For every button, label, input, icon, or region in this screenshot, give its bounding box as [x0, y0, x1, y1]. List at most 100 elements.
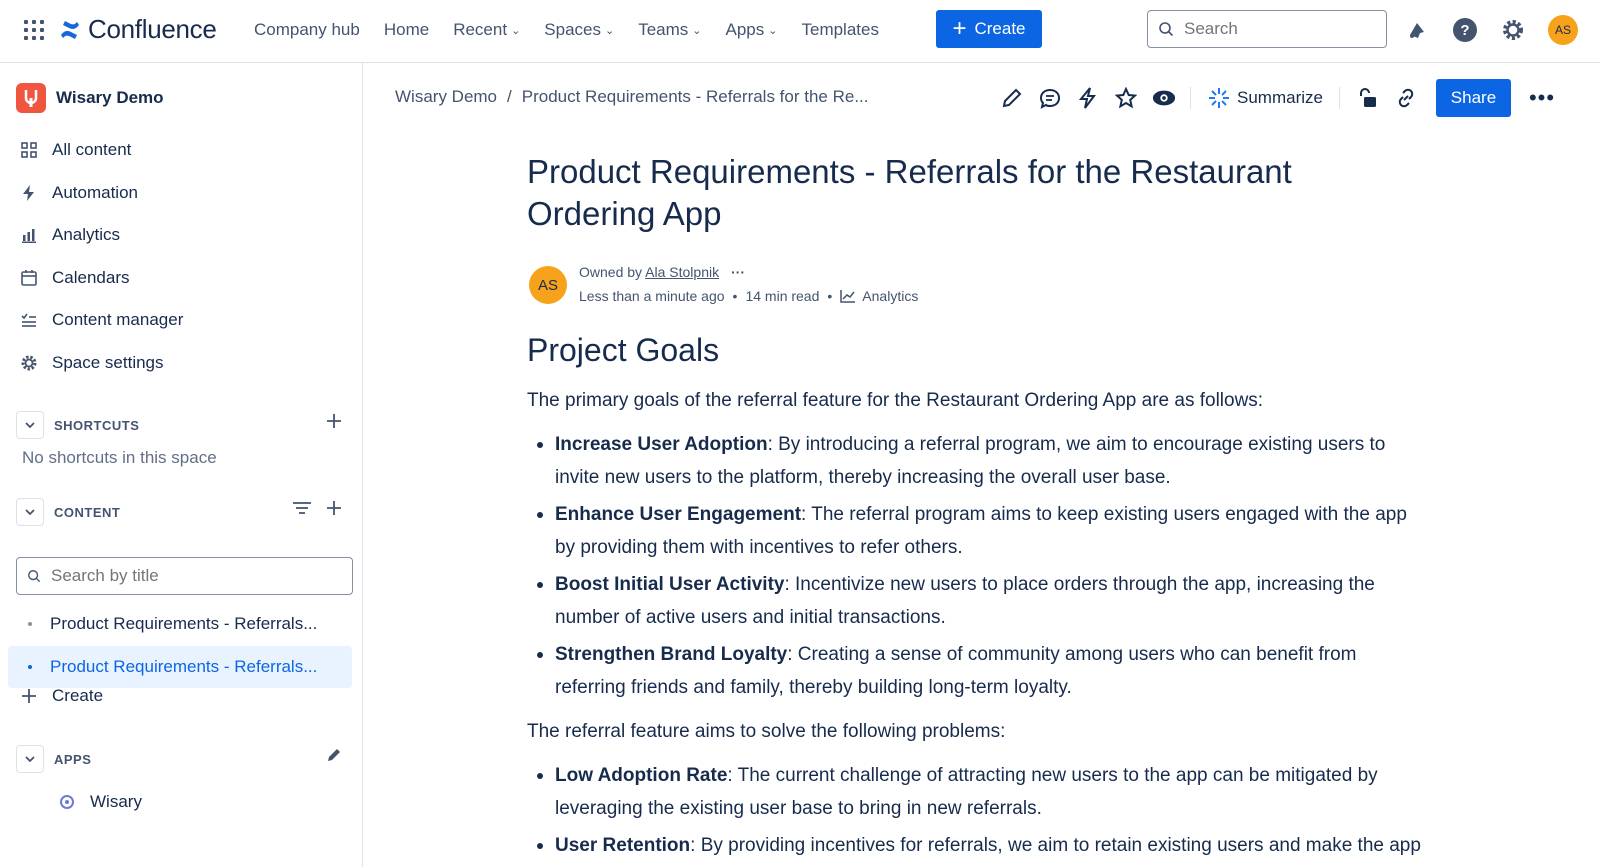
- list-item: Increase User Adoption: By introducing a…: [527, 428, 1427, 494]
- page-tree-label: Product Requirements - Referrals...: [50, 614, 318, 633]
- nav-home[interactable]: Home: [372, 20, 441, 40]
- share-button[interactable]: Share: [1435, 79, 1511, 117]
- plus-icon: +: [952, 15, 967, 42]
- list-item: User Retention: By providing incentives …: [527, 829, 1427, 862]
- byline-more-icon[interactable]: ···: [731, 264, 745, 280]
- nav-templates[interactable]: Templates: [789, 20, 890, 40]
- apps-actions: [326, 747, 342, 763]
- problems-list: Low Adoption Rate: The current challenge…: [527, 759, 1427, 866]
- search-by-title-input[interactable]: [51, 566, 331, 586]
- sidebar-item-calendars[interactable]: Calendars: [20, 263, 130, 293]
- copy-link-icon[interactable]: [1394, 86, 1418, 110]
- nav-label: Spaces: [544, 20, 601, 39]
- sidebar-item-automation[interactable]: Automation: [20, 178, 138, 208]
- gear-icon: [21, 355, 37, 371]
- goal-title: Increase User Adoption: [555, 434, 768, 455]
- sidebar-item-analytics[interactable]: Analytics: [20, 220, 120, 250]
- nav-teams[interactable]: Teams ⌄: [626, 20, 713, 40]
- toolbar-divider: [1190, 87, 1191, 109]
- owner-link[interactable]: Ala Stolpnik: [645, 264, 719, 280]
- search-icon: [28, 570, 41, 583]
- search-input[interactable]: [1184, 19, 1374, 39]
- summarize-button[interactable]: Summarize: [1207, 86, 1323, 110]
- chevron-down-icon: ⌄: [692, 24, 702, 37]
- user-avatar[interactable]: AS: [1548, 15, 1578, 45]
- lightning-icon: [23, 185, 34, 201]
- meta-separator: •: [827, 288, 833, 304]
- grid-icon: [21, 142, 37, 158]
- intro-paragraph: The primary goals of the referral featur…: [527, 390, 1264, 411]
- breadcrumb-separator: /: [507, 87, 512, 106]
- watch-eye-icon[interactable]: [1152, 86, 1176, 110]
- nav-label: Recent: [453, 20, 508, 39]
- meta-separator: •: [732, 288, 738, 304]
- create-page-button[interactable]: Create: [20, 681, 103, 711]
- confluence-logo[interactable]: Confluence: [58, 14, 217, 45]
- add-shortcut-plus-icon[interactable]: [326, 413, 342, 429]
- bullet-icon: [28, 665, 32, 669]
- confluence-logo-icon: [61, 20, 79, 39]
- apps-title: APPS: [54, 751, 92, 767]
- app-switcher-icon[interactable]: [24, 20, 44, 40]
- notifications-icon[interactable]: [1404, 17, 1430, 43]
- sidebar-item-space-settings[interactable]: Space settings: [20, 348, 164, 378]
- nav-label: Apps: [725, 20, 765, 39]
- sidebar-item-label: Calendars: [52, 268, 130, 287]
- sidebar-item-label: Content manager: [52, 310, 184, 329]
- nav-apps[interactable]: Apps ⌄: [714, 20, 790, 40]
- sidebar-item-label: Automation: [52, 183, 138, 202]
- filter-icon[interactable]: [292, 500, 312, 516]
- shortcuts-actions: [326, 413, 342, 429]
- pencil-icon[interactable]: [326, 747, 342, 763]
- page-meta: Less than a minute ago • 14 min read • A…: [579, 288, 918, 304]
- sidebar-item-all-content[interactable]: All content: [20, 135, 131, 165]
- shortcuts-section-header: SHORTCUTS: [16, 411, 352, 439]
- chevron-down-icon: [25, 756, 35, 763]
- nav-links: Company hub Home Recent ⌄ Spaces ⌄ Teams ⌄ …: [242, 0, 891, 60]
- plus-icon: [22, 689, 36, 703]
- collapse-shortcuts-button[interactable]: [16, 411, 44, 439]
- analytics-chart-icon: [840, 290, 856, 303]
- space-header[interactable]: Wisary Demo: [16, 83, 164, 113]
- bullet-icon: [28, 622, 32, 626]
- automation-lightning-icon[interactable]: [1076, 86, 1100, 110]
- chevron-down-icon: ⌄: [605, 24, 615, 37]
- sidebar-item-content-manager[interactable]: Content manager: [20, 305, 183, 335]
- nav-label: Home: [383, 20, 430, 39]
- list-item: Strengthen Brand Loyalty: Creating a sen…: [527, 638, 1427, 704]
- page-tree-item[interactable]: Product Requirements - Referrals...: [8, 603, 352, 645]
- apps-section-header: APPS: [16, 745, 352, 773]
- problem-title: User Retention: [555, 835, 691, 856]
- collapse-content-button[interactable]: [16, 498, 44, 526]
- product-name: Confluence: [88, 14, 217, 44]
- comment-icon[interactable]: [1038, 86, 1062, 110]
- nav-company-hub[interactable]: Company hub: [242, 20, 372, 40]
- collapse-apps-button[interactable]: [16, 745, 44, 773]
- settings-gear-icon[interactable]: [1500, 17, 1526, 43]
- global-search[interactable]: [1147, 10, 1387, 48]
- breadcrumb: Wisary Demo / Product Requirements - Ref…: [395, 87, 869, 107]
- owner-avatar[interactable]: AS: [529, 266, 567, 304]
- breadcrumb-space-link[interactable]: Wisary Demo: [395, 87, 497, 107]
- nav-spaces[interactable]: Spaces ⌄: [532, 20, 626, 40]
- edit-pencil-icon[interactable]: [1000, 86, 1024, 110]
- breadcrumb-page-link[interactable]: Product Requirements - Referrals for the…: [522, 87, 869, 107]
- more-actions-icon[interactable]: •••: [1529, 85, 1555, 111]
- read-time: 14 min read: [745, 288, 820, 304]
- list-item: Boost Initial User Activity: Incentivize…: [527, 568, 1427, 634]
- shortcuts-title: SHORTCUTS: [54, 417, 140, 433]
- owned-by-label: Owned by: [579, 264, 643, 280]
- list-item: Low Adoption Rate: The current challenge…: [527, 759, 1427, 825]
- help-icon[interactable]: ?: [1452, 17, 1478, 43]
- app-item-wisary[interactable]: Wisary: [58, 787, 142, 817]
- create-button[interactable]: + Create: [936, 10, 1042, 48]
- nav-recent[interactable]: Recent ⌄: [441, 20, 532, 40]
- checklist-icon: [21, 313, 36, 327]
- restrictions-lock-icon[interactable]: [1356, 86, 1380, 110]
- add-content-plus-icon[interactable]: [326, 500, 342, 516]
- page-title: Product Requirements - Referrals for the…: [527, 153, 1292, 232]
- content-actions: [292, 500, 342, 516]
- analytics-link[interactable]: Analytics: [840, 288, 918, 304]
- star-icon[interactable]: [1114, 86, 1138, 110]
- content-search[interactable]: [16, 557, 353, 595]
